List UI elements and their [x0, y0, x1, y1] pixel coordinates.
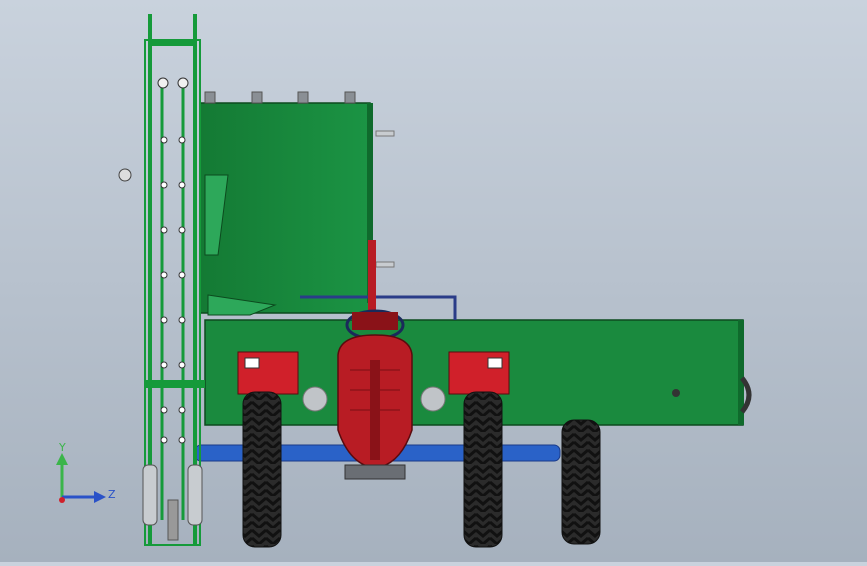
hopper-tank [199, 91, 395, 314]
y-axis-label: Y [58, 441, 66, 454]
axis-triad: Y Z [40, 435, 120, 510]
x-axis-dot [59, 497, 65, 503]
machine-model [118, 14, 752, 548]
y-axis-arrowhead [56, 453, 68, 465]
z-axis-arrowhead [94, 491, 106, 503]
3d-viewport[interactable]: Y Z [0, 0, 867, 562]
z-axis-label: Z [108, 488, 116, 501]
